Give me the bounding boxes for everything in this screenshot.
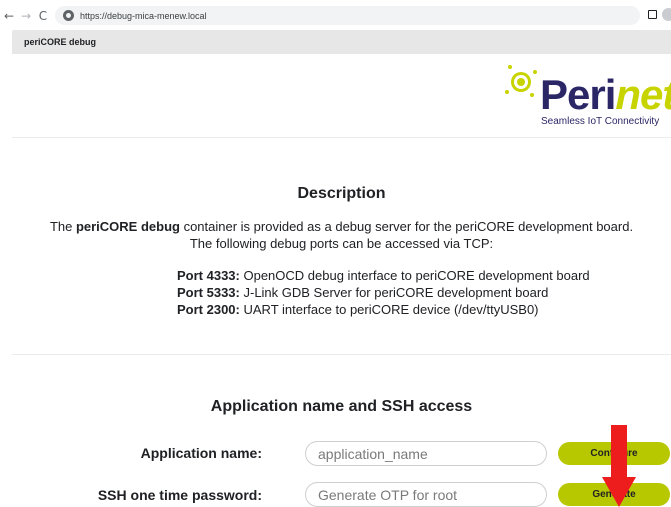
port-text: OpenOCD debug interface to periCORE deve… (239, 268, 590, 283)
logo-wordmark: Perinet (540, 74, 671, 116)
port-label: Port 5333: (177, 285, 240, 300)
url-text[interactable]: https://debug-mica-menew.local (80, 11, 207, 21)
reload-icon[interactable]: C (36, 9, 50, 23)
access-title: Application name and SSH access (210, 398, 473, 415)
ssh-otp-label: SSH one time password: (97, 487, 262, 503)
port-text: UART interface to periCORE device (/dev/… (239, 302, 539, 317)
logo-peri: Peri (540, 71, 616, 118)
logo-dot-2 (533, 70, 537, 74)
separator-middle (12, 354, 671, 355)
port-text: J-Link GDB Server for periCORE developme… (239, 285, 549, 300)
back-arrow-icon[interactable]: ← (2, 9, 16, 23)
tab-window-icon[interactable] (648, 10, 657, 19)
description-text: The periCORE debug container is provided… (12, 218, 671, 252)
app-name-input[interactable] (305, 441, 547, 466)
forward-arrow-icon[interactable]: → (19, 9, 33, 23)
logo-dot-1 (508, 65, 512, 69)
description-line-1: The periCORE debug container is provided… (12, 218, 671, 235)
port-row: Port 4333: OpenOCD debug interface to pe… (177, 267, 590, 284)
logo-net: net (615, 71, 671, 118)
intro-bold: periCORE debug (75, 219, 180, 234)
port-label: Port 2300: (177, 302, 240, 317)
port-row: Port 5333: J-Link GDB Server for periCOR… (177, 284, 590, 301)
address-bar[interactable]: https://debug-mica-menew.local (55, 6, 640, 25)
logo-dot-center (517, 78, 525, 86)
app-header-bar: periCORE debug (12, 30, 671, 54)
description-line-2: The following debug ports can be accesse… (189, 236, 494, 251)
arrow-shape (602, 425, 636, 507)
profile-avatar[interactable] (662, 8, 671, 21)
logo-dot-4 (530, 93, 534, 97)
logo-tagline: Seamless IoT Connectivity (541, 116, 660, 127)
port-row: Port 2300: UART interface to periCORE de… (177, 301, 590, 318)
intro-prefix: The (49, 219, 76, 234)
perinet-logo: Perinet Seamless IoT Connectivity (500, 60, 671, 130)
red-arrow-annotation-icon (602, 425, 636, 507)
description-title: Description (297, 185, 386, 202)
intro-suffix: container is provided as a debug server … (179, 219, 634, 234)
port-label: Port 4333: (177, 268, 240, 283)
separator-top (12, 137, 671, 138)
app-title: periCORE debug (24, 37, 97, 47)
app-name-label: Application name: (140, 445, 262, 461)
browser-toolbar: ← → C https://debug-mica-menew.local (0, 0, 671, 30)
logo-dot-3 (505, 90, 509, 94)
site-info-icon[interactable] (63, 10, 74, 21)
port-list: Port 4333: OpenOCD debug interface to pe… (177, 267, 590, 318)
ssh-otp-input[interactable] (305, 482, 547, 507)
